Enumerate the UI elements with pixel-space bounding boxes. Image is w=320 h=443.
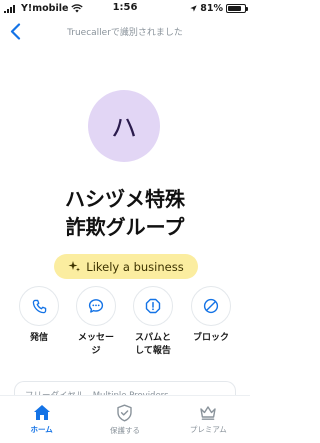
call-button-circle[interactable] [19,286,59,326]
report-spam-button-circle[interactable] [133,286,173,326]
call-button[interactable]: 発信 [13,286,65,345]
block-button-circle[interactable] [191,286,231,326]
tab-premium-label: プレミアム [189,425,227,434]
contact-name: ハシヅメ特殊 詐欺グループ [0,185,250,241]
tab-premium[interactable]: プレミアム [167,396,250,443]
shield-icon [117,404,133,422]
nav-header: Truecallerで識別されました [0,18,250,44]
tab-home[interactable]: ホーム [0,396,83,443]
message-button-label: メッセー ジ [77,333,114,356]
contact-name-line2: 詐欺グループ [65,215,185,239]
badge-label: Likely a business [86,259,184,274]
status-bar: Y!mobile 1:56 81% [0,0,250,18]
page-title: Truecallerで識別されました [67,28,183,38]
message-button[interactable]: メッセー ジ [70,286,122,358]
block-button[interactable]: ブロック [185,286,237,345]
business-badge: Likely a business [54,254,198,279]
crown-icon [200,406,217,420]
message-icon [88,299,104,313]
battery-level [228,6,241,11]
sparkle-icon [68,261,81,272]
block-icon [203,298,219,314]
tab-home-label: ホーム [30,425,53,434]
phone-icon [32,299,46,313]
battery-icon [226,4,248,13]
contact-name-line1: ハシヅメ特殊 [65,187,185,211]
action-row: 発信 メッセー ジ スパムと して報告 ブロック [0,286,250,366]
bottom-tab-bar: ホーム 保護する プレミアム [0,395,250,443]
message-button-circle[interactable] [76,286,116,326]
avatar: ハ [88,90,160,162]
report-spam-button-label: スパムと して報告 [134,333,171,356]
tab-protect[interactable]: 保護する [83,396,166,443]
report-spam-button[interactable]: スパムと して報告 [127,286,179,358]
block-button-label: ブロック [192,333,229,343]
location-arrow-icon [190,5,197,12]
battery-percent: 81% [200,3,223,14]
tab-protect-label: 保護する [109,426,140,435]
spam-report-icon [145,298,161,314]
status-right: 81% [190,3,248,14]
home-icon [33,405,50,420]
avatar-initial: ハ [110,113,137,144]
call-button-label: 発信 [29,333,48,343]
